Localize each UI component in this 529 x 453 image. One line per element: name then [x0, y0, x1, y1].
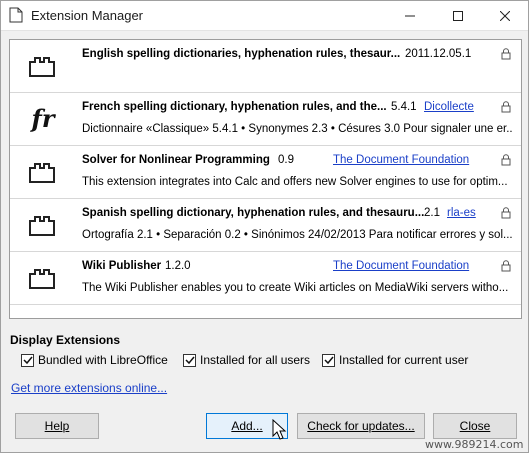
extension-title: Wiki Publisher [82, 260, 162, 272]
extension-item-solver[interactable]: Solver for Nonlinear Programming 0.9 The… [10, 146, 521, 199]
display-extensions-label: Display Extensions [10, 333, 121, 347]
close-button-label: Close [459, 419, 491, 433]
add-button-label: Add... [231, 419, 263, 433]
checkbox-bundled[interactable]: Bundled with LibreOffice [21, 353, 168, 367]
extension-description: This extension integrates into Calc and … [82, 176, 508, 188]
extension-version: 2011.12.05.1 [405, 48, 472, 60]
extension-title: English spelling dictionaries, hyphenati… [82, 48, 401, 60]
close-icon [500, 11, 510, 21]
checkbox-label: Bundled with LibreOffice [38, 353, 168, 367]
title-bar[interactable]: Extension Manager [1, 1, 528, 31]
extension-title: Solver for Nonlinear Programming [82, 154, 270, 166]
extension-version: 0.9 [278, 154, 294, 166]
lock-icon [501, 207, 511, 219]
extension-description: The Wiki Publisher enables you to create… [82, 282, 509, 294]
extension-title: French spelling dictionary, hyphenation … [82, 101, 387, 113]
watermark-text: www.989214.com [425, 438, 524, 451]
check-updates-button[interactable]: Check for updates... [297, 413, 425, 439]
checkbox-all-users[interactable]: Installed for all users [183, 353, 310, 367]
extension-description: Dictionnaire «Classique» 5.4.1 • Synonym… [82, 123, 512, 135]
maximize-icon [453, 11, 463, 21]
get-more-extensions-link[interactable]: Get more extensions online... [11, 381, 167, 395]
extension-description: Ortografía 2.1 • Separación 0.2 • Sinóni… [82, 229, 512, 241]
extension-item-french[interactable]: fr French spelling dictionary, hyphenati… [10, 93, 521, 146]
help-button-label: Help [44, 419, 70, 433]
checkmark-icon [22, 356, 33, 365]
extension-list[interactable]: English spelling dictionaries, hyphenati… [9, 39, 522, 319]
checkmark-icon [323, 356, 334, 365]
extension-publisher-link[interactable]: rla-es [447, 207, 476, 219]
plugin-icon [29, 57, 55, 77]
checkbox-box[interactable] [21, 353, 34, 367]
lock-icon [501, 260, 511, 272]
help-button[interactable]: Help [15, 413, 99, 439]
lock-icon [501, 101, 511, 113]
extension-version: 5.4.1 [391, 101, 417, 113]
plugin-icon [29, 216, 55, 236]
extension-manager-window: Extension Manager English spelling dicti… [0, 0, 529, 453]
checkbox-box[interactable] [183, 353, 196, 367]
plugin-icon [29, 269, 55, 289]
extension-version: 2.1 [424, 207, 440, 219]
checkbox-box[interactable] [322, 353, 335, 367]
minimize-icon [405, 15, 415, 17]
mouse-cursor-icon [272, 419, 287, 440]
maximize-button[interactable] [435, 1, 481, 31]
extension-item-spanish[interactable]: Spanish spelling dictionary, hyphenation… [10, 199, 521, 252]
fr-icon: fr [31, 104, 55, 133]
extension-title: Spanish spelling dictionary, hyphenation… [82, 207, 425, 219]
checkbox-label: Installed for all users [200, 353, 311, 367]
extension-item-wiki[interactable]: Wiki Publisher 1.2.0 The Document Founda… [10, 252, 521, 305]
extension-publisher-link[interactable]: The Document Foundation [333, 260, 469, 272]
extension-publisher-link[interactable]: Dicollecte [424, 101, 474, 113]
lock-icon [501, 48, 511, 60]
checkbox-current-user[interactable]: Installed for current user [322, 353, 468, 367]
minimize-button[interactable] [387, 1, 433, 31]
close-button[interactable]: Close [433, 413, 517, 439]
checkbox-label: Installed for current user [339, 353, 469, 367]
window-title: Extension Manager [31, 8, 144, 23]
document-icon [9, 7, 23, 23]
plugin-icon [29, 163, 55, 183]
extension-publisher-link[interactable]: The Document Foundation [333, 154, 469, 166]
extension-item-english[interactable]: English spelling dictionaries, hyphenati… [10, 40, 521, 93]
lock-icon [501, 154, 511, 166]
check-updates-button-label: Check for updates... [307, 419, 415, 433]
extension-version: 1.2.0 [165, 260, 191, 272]
checkmark-icon [184, 356, 195, 365]
close-window-button[interactable] [482, 1, 528, 31]
